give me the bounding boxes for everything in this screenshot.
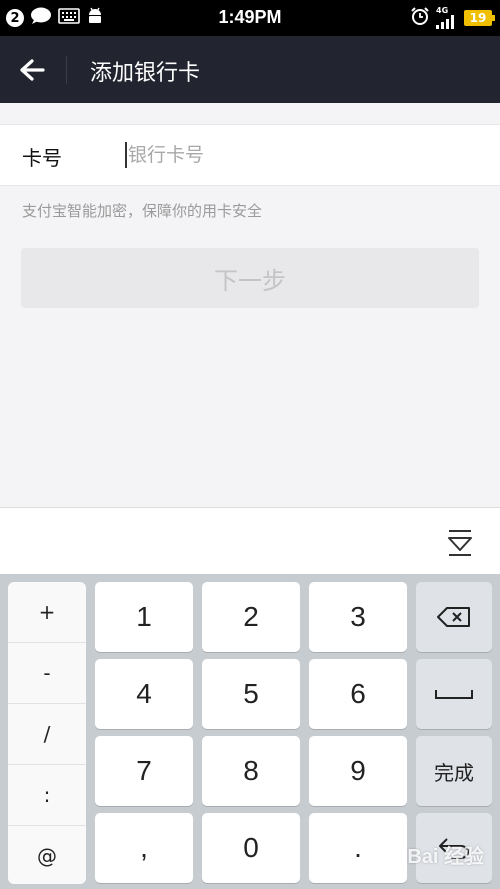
numeric-keyboard: + - / : @ 1 2 3 4 5 6 7 8 9 , 0 . 完成 Bai… <box>0 574 500 889</box>
symbol-column: + - / : @ <box>8 582 86 884</box>
key-5[interactable]: 5 <box>202 659 300 729</box>
collapse-keyboard-icon <box>448 530 472 556</box>
card-number-row: 卡号 <box>0 124 500 186</box>
back-arrow-icon <box>20 59 45 81</box>
keyboard-toolbar <box>0 507 500 575</box>
key-comma[interactable]: , <box>95 813 193 883</box>
key-6[interactable]: 6 <box>309 659 407 729</box>
symbol-key-at[interactable]: @ <box>8 826 86 884</box>
symbol-key-colon[interactable]: : <box>8 765 86 826</box>
symbol-key-minus[interactable]: - <box>8 643 86 704</box>
backspace-key[interactable] <box>416 582 492 652</box>
key-4[interactable]: 4 <box>95 659 193 729</box>
alarm-clock-icon <box>410 6 430 30</box>
card-number-input[interactable] <box>128 135 468 175</box>
key-period[interactable]: . <box>309 813 407 883</box>
status-right: 4G 19 <box>410 6 495 30</box>
symbol-key-plus[interactable]: + <box>8 582 86 643</box>
title-bar: 添加银行卡 <box>0 36 500 103</box>
key-2[interactable]: 2 <box>202 582 300 652</box>
space-key[interactable] <box>416 659 492 729</box>
backspace-icon <box>437 607 470 627</box>
key-8[interactable]: 8 <box>202 736 300 806</box>
security-hint: 支付宝智能加密，保障你的用卡安全 <box>22 202 263 220</box>
next-step-button[interactable]: 下一步 <box>21 248 479 308</box>
text-cursor <box>125 142 127 168</box>
keyboard-collapse-button[interactable] <box>446 525 474 557</box>
title-divider <box>66 56 67 84</box>
key-9[interactable]: 9 <box>309 736 407 806</box>
space-icon <box>435 690 473 699</box>
status-bar: 2 1:49PM 4G 19 <box>0 0 500 36</box>
page-title: 添加银行卡 <box>90 61 201 86</box>
key-7[interactable]: 7 <box>95 736 193 806</box>
watermark: Bai 经验 <box>407 846 484 868</box>
network-type-label: 4G <box>436 6 449 15</box>
battery-indicator: 19 <box>464 10 495 26</box>
key-0[interactable]: 0 <box>202 813 300 883</box>
signal-strength-icon: 4G <box>436 7 458 29</box>
back-button[interactable] <box>10 50 54 90</box>
symbol-key-slash[interactable]: / <box>8 704 86 765</box>
key-3[interactable]: 3 <box>309 582 407 652</box>
done-key[interactable]: 完成 <box>416 736 492 806</box>
card-number-label: 卡号 <box>22 146 62 170</box>
key-1[interactable]: 1 <box>95 582 193 652</box>
